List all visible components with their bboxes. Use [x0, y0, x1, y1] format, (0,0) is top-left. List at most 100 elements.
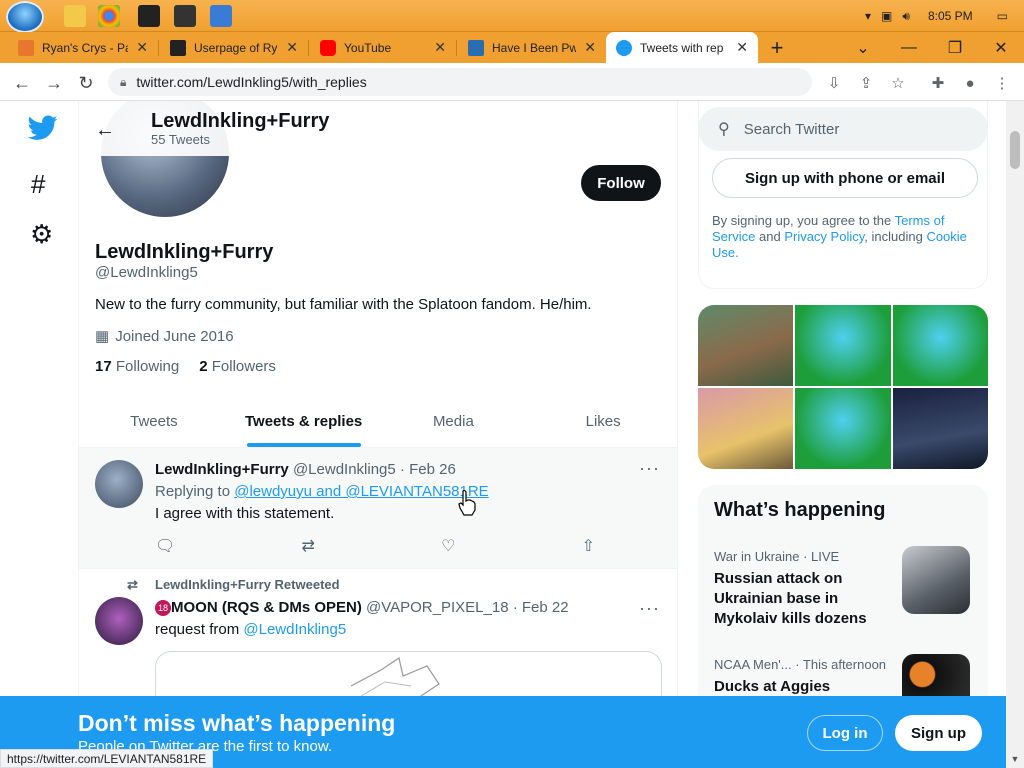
followers-link[interactable]: 2 Followers	[199, 358, 276, 375]
browser-tab[interactable]: Ryan's Crys - Pa ✕	[8, 32, 158, 63]
browser-tab[interactable]: Have I Been Pw ✕	[458, 32, 606, 63]
tweet-actions: 🗨︎ ⇄ ♡ ⇧	[155, 536, 595, 556]
youtube-icon	[320, 39, 336, 56]
maximize-button[interactable]: ❐	[932, 32, 978, 63]
share-icon[interactable]: ⇪	[854, 71, 878, 95]
minimize-button[interactable]: —	[886, 32, 932, 63]
tweet-header: LewdInkling+Furry @LewdInkling5 · Feb 26	[155, 461, 456, 478]
tweet-text: I agree with this statement.	[155, 505, 335, 522]
windows-taskbar: ▾ ▣ 🔊︎ 8:05 PM ▭	[0, 0, 1024, 33]
twitter-logo-icon[interactable]	[28, 115, 58, 141]
system-tray: ▾ ▣ 🔊︎ 8:05 PM ▭	[865, 0, 1024, 32]
explore-hashtag-icon[interactable]: #	[31, 169, 45, 200]
tab-likes[interactable]: Likes	[528, 396, 677, 447]
tweet-date[interactable]: · Feb 26	[400, 461, 456, 478]
follow-button[interactable]: Follow	[581, 165, 661, 201]
back-icon[interactable]: ←	[10, 71, 34, 95]
media-thumb[interactable]	[892, 388, 988, 469]
close-window-button[interactable]: ✕	[978, 32, 1024, 63]
signup-phone-button[interactable]: Sign up with phone or email	[712, 158, 978, 198]
tweet[interactable]: LewdInkling+Furry @LewdInkling5 · Feb 26…	[79, 448, 677, 569]
tweet-header: 18 MOON (RQS & DMs OPEN) @VAPOR_PIXEL_18 …	[155, 599, 569, 617]
media-thumb[interactable]	[698, 305, 794, 386]
media-thumb[interactable]	[795, 305, 891, 386]
media-thumb[interactable]	[795, 388, 891, 469]
media-thumb[interactable]	[892, 305, 988, 386]
close-tab-icon[interactable]: ✕	[136, 39, 148, 56]
search-icon: ⚲	[718, 121, 730, 138]
notepad-taskbar-icon[interactable]	[210, 5, 232, 27]
url-text[interactable]: twitter.com/LewdInkling5/with_replies	[136, 74, 366, 90]
search-bar[interactable]: ⚲ Search Twitter	[698, 107, 988, 151]
tab-media[interactable]: Media	[379, 396, 529, 447]
close-tab-icon[interactable]: ✕	[434, 39, 446, 56]
close-tab-icon[interactable]: ✕	[736, 39, 748, 56]
forward-icon[interactable]: →	[42, 71, 66, 95]
age-18-badge-icon: 18	[155, 600, 171, 617]
volume-icon[interactable]: 🔊︎	[902, 9, 910, 24]
chrome-taskbar-icon[interactable]	[98, 5, 120, 27]
file-explorer-icon[interactable]	[64, 5, 86, 27]
settings-taskbar-icon[interactable]	[138, 5, 160, 27]
notification-icon[interactable]: ▭	[997, 9, 1008, 23]
page-scrollbar[interactable]	[1006, 101, 1024, 768]
profile-icon[interactable]: ●	[958, 71, 982, 95]
share-tweet-icon[interactable]: ⇧	[582, 536, 595, 556]
tweet-author-name[interactable]: LewdInkling+Furry	[155, 461, 289, 478]
tweet-author-handle[interactable]: @LewdInkling5	[293, 461, 396, 478]
scrollbar-thumb[interactable]	[1010, 131, 1020, 169]
media-thumb[interactable]	[698, 388, 794, 469]
network-icon[interactable]: ▣	[881, 9, 892, 23]
omnibox[interactable]: 🔒︎ twitter.com/LewdInkling5/with_replies	[108, 68, 812, 96]
start-button[interactable]	[6, 1, 44, 33]
retweet-small-icon: ⇄	[127, 577, 138, 592]
tab-search-chevron-icon[interactable]: ⌄	[840, 32, 886, 63]
browser-tab[interactable]: Userpage of Ry ✕	[160, 32, 308, 63]
more-options-icon[interactable]: ···	[639, 458, 660, 479]
tweet-date[interactable]: · Feb 22	[513, 599, 569, 616]
left-nav: # ⚙	[0, 101, 79, 768]
hand-cursor-icon	[458, 490, 476, 516]
more-options-icon[interactable]: ···	[639, 598, 660, 619]
tab-tweets[interactable]: Tweets	[79, 396, 229, 447]
close-tab-icon[interactable]: ✕	[584, 39, 596, 56]
right-sidebar: Sign up with phone or email By signing u…	[698, 101, 988, 768]
settings-gear-icon[interactable]: ⚙	[30, 219, 53, 250]
clock[interactable]: 8:05 PM	[928, 9, 973, 23]
terms-text: By signing up, you agree to the Terms of…	[712, 213, 967, 260]
replying-to-link[interactable]: @lewdyuyu and @LEVIANTAN581RE	[234, 483, 488, 500]
new-tab-button[interactable]: +	[762, 32, 792, 63]
close-tab-icon[interactable]: ✕	[286, 39, 298, 56]
reply-icon[interactable]: 🗨︎	[155, 536, 175, 556]
back-arrow-icon[interactable]: ←	[95, 119, 115, 142]
bookmark-star-icon[interactable]: ☆	[886, 71, 910, 95]
signup-button[interactable]: Sign up	[895, 715, 982, 751]
scrollbar-down-arrow[interactable]: ▼	[1006, 750, 1024, 768]
tray-chevron-icon[interactable]: ▾	[865, 9, 871, 23]
tweet-author-handle[interactable]: @VAPOR_PIXEL_18	[366, 599, 509, 616]
extensions-icon[interactable]: ✚	[926, 71, 950, 95]
install-app-icon[interactable]: ⇩	[822, 71, 846, 95]
reload-icon[interactable]: ↻	[74, 71, 98, 95]
trend-title[interactable]: Ducks at Aggies	[714, 677, 884, 697]
tweet-avatar[interactable]	[95, 597, 143, 645]
trend-title[interactable]: Russian attack on Ukrainian base in Myko…	[714, 569, 884, 629]
browser-tab[interactable]: YouTube ✕	[310, 32, 456, 63]
following-link[interactable]: 17 Following	[95, 358, 179, 375]
tab-favicon-icon	[170, 39, 186, 56]
menu-icon[interactable]: ⋮	[990, 71, 1014, 95]
tweet-avatar[interactable]	[95, 460, 143, 508]
tweet-text: request from @LewdInkling5	[155, 621, 347, 638]
login-button[interactable]: Log in	[807, 715, 883, 751]
search-input[interactable]: Search Twitter	[744, 121, 840, 138]
mention-link[interactable]: @LewdInkling5	[243, 621, 346, 638]
trend-image[interactable]	[902, 546, 970, 614]
tab-tweets-replies[interactable]: Tweets & replies	[229, 396, 379, 447]
tweet-author-name[interactable]: MOON (RQS & DMs OPEN)	[171, 599, 362, 616]
retweet-icon[interactable]: ⇄	[301, 536, 314, 556]
cmd-taskbar-icon[interactable]	[174, 5, 196, 27]
profile-bio: New to the furry community, but familiar…	[95, 296, 592, 313]
like-heart-icon[interactable]: ♡	[441, 536, 455, 556]
browser-tab-active[interactable]: Tweets with rep ✕	[606, 32, 758, 63]
privacy-link[interactable]: Privacy Policy	[784, 229, 864, 244]
